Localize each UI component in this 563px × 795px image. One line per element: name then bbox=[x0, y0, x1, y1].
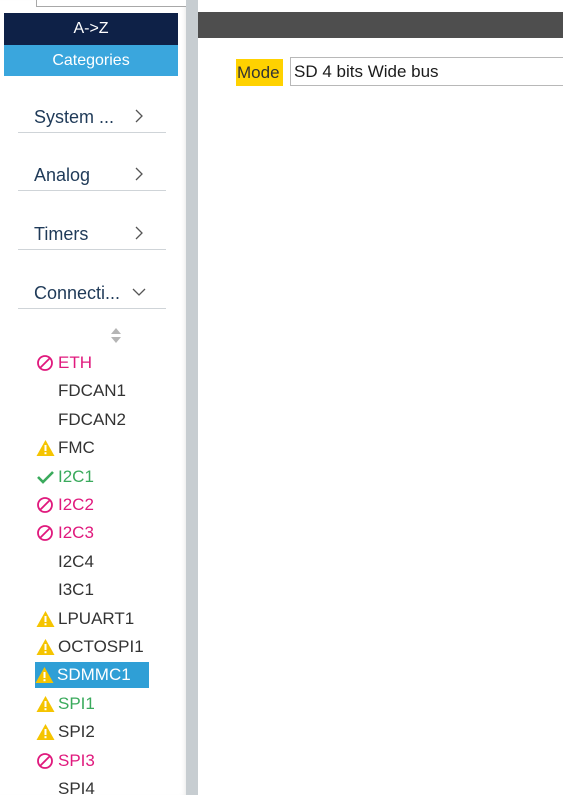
app-root: A->Z Categories System ... Analog Timers… bbox=[0, 0, 563, 795]
peripheral-label: FDCAN1 bbox=[58, 381, 127, 401]
peripheral-label: I2C1 bbox=[58, 466, 94, 486]
category-label: Connecti... bbox=[34, 283, 121, 303]
peripheral-label: I3C1 bbox=[58, 580, 94, 600]
warning-icon bbox=[36, 639, 55, 655]
peripheral-label: I2C2 bbox=[58, 495, 94, 514]
chevron-right-icon bbox=[135, 109, 143, 123]
disabled-icon bbox=[37, 525, 53, 542]
sort-icon[interactable] bbox=[110, 326, 122, 344]
category-timers[interactable]: Timers bbox=[18, 211, 166, 250]
left-panel: A->Z Categories System ... Analog Timers… bbox=[0, 0, 188, 795]
mode-select[interactable]: SD 4 bits Wide bus bbox=[290, 57, 563, 86]
chevron-down-icon bbox=[132, 288, 146, 296]
peripheral-label: SPI2 bbox=[58, 722, 95, 742]
warning-icon bbox=[36, 695, 55, 712]
category-connectivity[interactable]: Connecti... bbox=[18, 270, 166, 309]
peripheral-label: I2C3 bbox=[58, 523, 94, 543]
chevron-right-icon bbox=[135, 167, 143, 181]
peripheral-label: LPUART1 bbox=[58, 608, 135, 628]
peripheral-label: FDCAN2 bbox=[58, 409, 127, 429]
check-icon bbox=[37, 470, 54, 484]
category-system-core[interactable]: System ... bbox=[18, 94, 166, 133]
category-label: Timers bbox=[34, 224, 89, 244]
peripheral-label: ETH bbox=[58, 353, 92, 372]
categories-button[interactable]: Categories bbox=[4, 45, 178, 76]
warning-icon bbox=[36, 724, 55, 741]
mode-label: Mode bbox=[236, 59, 283, 86]
warning-icon bbox=[35, 667, 54, 684]
search-input[interactable] bbox=[36, 0, 188, 7]
chevron-right-icon bbox=[135, 226, 143, 240]
disabled-icon bbox=[37, 355, 53, 371]
sort-az-button[interactable]: A->Z bbox=[4, 13, 178, 45]
peripheral-item[interactable]: SDMMC1 bbox=[35, 662, 149, 689]
disabled-icon bbox=[37, 752, 53, 769]
peripheral-label: FMC bbox=[58, 438, 95, 458]
peripheral-label: OCTOSPI1 bbox=[58, 637, 144, 656]
peripheral-label: SPI3 bbox=[58, 750, 95, 770]
warning-icon bbox=[36, 610, 55, 627]
peripheral-label: I2C4 bbox=[58, 551, 94, 571]
panel-splitter[interactable] bbox=[186, 0, 198, 795]
config-header-bar bbox=[198, 12, 563, 38]
disabled-icon bbox=[37, 497, 53, 513]
peripheral-label: SDMMC1 bbox=[57, 665, 131, 685]
category-label: System ... bbox=[34, 107, 115, 127]
category-label: Analog bbox=[34, 165, 91, 185]
peripheral-label: SPI4 bbox=[58, 779, 95, 795]
category-analog[interactable]: Analog bbox=[18, 152, 166, 191]
peripheral-label: SPI1 bbox=[58, 693, 95, 713]
warning-icon bbox=[36, 440, 55, 457]
